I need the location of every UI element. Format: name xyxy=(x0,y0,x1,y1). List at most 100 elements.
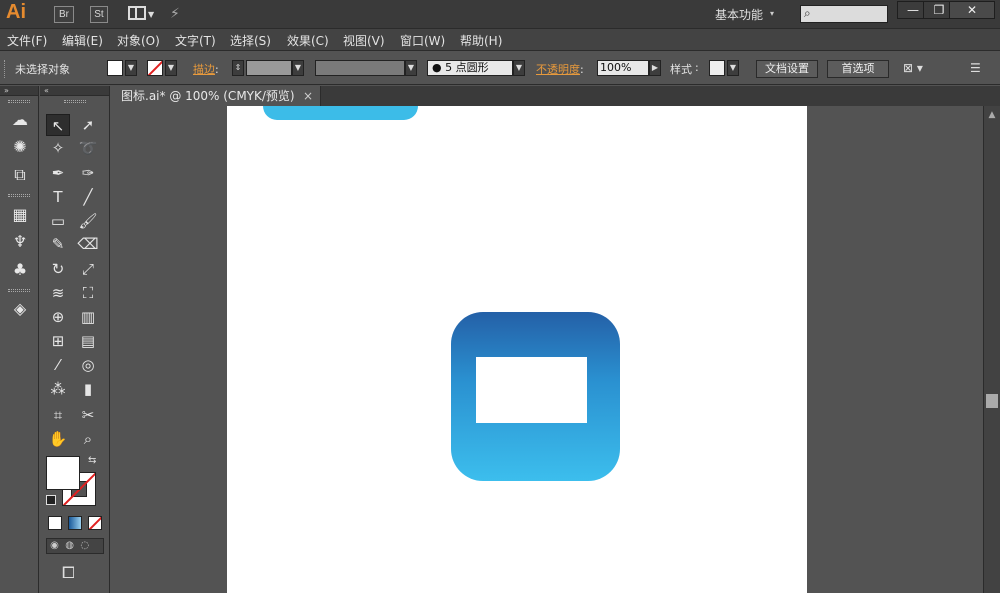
slice-tool-icon[interactable]: ✂ xyxy=(76,404,100,426)
stroke-label-wrap: 描边: xyxy=(193,63,219,76)
type-tool-icon[interactable]: T xyxy=(46,186,70,208)
fill-color-box[interactable] xyxy=(46,456,80,490)
variable-width-profile[interactable] xyxy=(315,60,405,76)
vertical-scrollbar[interactable]: ▲ xyxy=(983,106,1000,593)
menu-effect[interactable]: 效果(C) xyxy=(287,32,329,49)
shape-builder-tool-icon[interactable]: ⊕ xyxy=(46,306,70,328)
stroke-dropdown[interactable]: ▼ xyxy=(165,60,177,76)
partial-icon-shape[interactable] xyxy=(263,106,418,120)
stroke-weight-stepper[interactable]: ⇕ xyxy=(232,60,244,76)
panel-menu-icon[interactable]: ☰ xyxy=(970,61,981,75)
brush-dropdown[interactable]: ▼ xyxy=(513,60,525,76)
panel-dock: » ☁ ✺ ⧉ ▦ ♆ ♣ ◈ xyxy=(0,86,39,593)
default-colors-icon[interactable] xyxy=(46,495,56,505)
color-guide-icon[interactable]: ✺ xyxy=(9,136,31,158)
rectangle-tool-icon[interactable]: ▭ xyxy=(46,210,70,232)
direct-selection-tool-icon[interactable]: ➚ xyxy=(76,114,100,136)
variable-width-dropdown[interactable]: ▼ xyxy=(405,60,417,76)
zoom-tool-icon[interactable]: ⌕ xyxy=(76,428,100,450)
menu-help[interactable]: 帮助(H) xyxy=(460,32,502,49)
scroll-up-icon[interactable]: ▲ xyxy=(987,110,997,120)
menu-view[interactable]: 视图(V) xyxy=(343,32,385,49)
opacity-slider-toggle[interactable]: ▶ xyxy=(649,60,661,76)
opacity-label[interactable]: 不透明度 xyxy=(536,63,580,76)
dock-grip[interactable] xyxy=(8,100,30,103)
menu-select[interactable]: 选择(S) xyxy=(230,32,271,49)
dock-grip-2[interactable] xyxy=(8,194,30,197)
cc-libraries-icon[interactable]: ☁ xyxy=(9,109,31,131)
free-transform-tool-icon[interactable]: ⛶ xyxy=(76,282,100,304)
blend-tool-icon[interactable]: ◎ xyxy=(76,354,100,376)
dock-collapse-icon[interactable]: » xyxy=(0,86,38,96)
eraser-tool-icon[interactable]: ⌫ xyxy=(76,233,100,255)
column-graph-tool-icon[interactable]: ▮ xyxy=(76,378,100,400)
isolation-mode-icon[interactable]: ⊠ ▾ xyxy=(903,61,923,75)
menu-type[interactable]: 文字(T) xyxy=(175,32,216,49)
selection-tool-icon[interactable]: ↖ xyxy=(46,114,70,136)
document-tab[interactable]: 图标.ai* @ 100% (CMYK/预览) × xyxy=(111,86,321,106)
bridge-button[interactable]: Br xyxy=(54,6,74,23)
menu-object[interactable]: 对象(O) xyxy=(117,32,160,49)
graphic-style-dropdown[interactable]: ▼ xyxy=(727,60,739,76)
magic-wand-tool-icon[interactable]: ✧ xyxy=(46,137,70,159)
transform-icon[interactable]: ⧉ xyxy=(9,164,31,186)
arrange-documents-icon[interactable]: ▼ xyxy=(128,6,156,22)
hand-tool-icon[interactable]: ✋ xyxy=(46,428,70,450)
stroke-swatch[interactable] xyxy=(147,60,163,76)
close-button[interactable]: ✕ xyxy=(949,1,995,19)
none-mode-icon[interactable] xyxy=(88,516,102,530)
workspace-switcher[interactable]: 基本功能 xyxy=(715,6,763,23)
swatches-icon[interactable]: ▦ xyxy=(9,204,31,226)
opacity-input[interactable]: 100% xyxy=(597,60,649,76)
fill-swatch[interactable] xyxy=(107,60,123,76)
eyedropper-tool-icon[interactable]: ⁄ xyxy=(46,354,70,376)
symbols-icon[interactable]: ♣ xyxy=(9,259,31,281)
control-bar-grip[interactable] xyxy=(4,60,7,78)
search-input[interactable]: ⌕ xyxy=(800,5,888,23)
draw-normal-icon[interactable]: ◉ xyxy=(47,540,59,551)
document-setup-button[interactable]: 文档设置 xyxy=(756,60,818,78)
graphic-style-swatch[interactable] xyxy=(709,60,725,76)
brush-definition[interactable]: ● 5 点圆形 xyxy=(427,60,513,76)
drawing-modes[interactable]: ◉ ◍ ◌ xyxy=(46,538,104,554)
scale-tool-icon[interactable]: ⤢ xyxy=(76,258,100,280)
tools-grip[interactable] xyxy=(64,100,86,103)
color-mode-icon[interactable] xyxy=(48,516,62,530)
tools-collapse-icon[interactable]: « xyxy=(40,86,109,96)
draw-behind-icon[interactable]: ◍ xyxy=(62,540,74,551)
brushes-icon[interactable]: ♆ xyxy=(9,231,31,253)
line-tool-icon[interactable]: ╱ xyxy=(76,186,100,208)
stroke-label[interactable]: 描边 xyxy=(193,63,215,76)
lasso-tool-icon[interactable]: ➰ xyxy=(76,137,100,159)
gradient-mode-icon[interactable] xyxy=(68,516,82,530)
stroke-weight-dropdown[interactable]: ▼ xyxy=(292,60,304,76)
chevron-down-icon[interactable]: ▾ xyxy=(770,9,774,18)
tab-close-icon[interactable]: × xyxy=(303,86,313,106)
screen-mode-icon[interactable]: ⧠ xyxy=(62,563,75,583)
scroll-thumb[interactable] xyxy=(986,394,998,408)
draw-inside-icon[interactable]: ◌ xyxy=(77,540,89,551)
layers-icon[interactable]: ◈ xyxy=(9,298,31,320)
paintbrush-tool-icon[interactable]: 🖌 xyxy=(76,210,100,232)
perspective-grid-tool-icon[interactable]: ▥ xyxy=(76,306,100,328)
stroke-weight-field[interactable] xyxy=(246,60,292,76)
gpu-performance-icon[interactable]: ⚡ xyxy=(170,6,192,24)
swap-fill-stroke-icon[interactable]: ⇆ xyxy=(88,455,96,466)
mesh-tool-icon[interactable]: ⊞ xyxy=(46,330,70,352)
menu-file[interactable]: 文件(F) xyxy=(7,32,47,49)
artboard-tool-icon[interactable]: ⌗ xyxy=(46,404,70,426)
dock-grip-3[interactable] xyxy=(8,289,30,292)
width-tool-icon[interactable]: ≋ xyxy=(46,282,70,304)
symbol-sprayer-tool-icon[interactable]: ⁂ xyxy=(46,378,70,400)
gradient-tool-icon[interactable]: ▤ xyxy=(76,330,100,352)
curvature-tool-icon[interactable]: ✑ xyxy=(76,162,100,184)
menu-window[interactable]: 窗口(W) xyxy=(400,32,445,49)
stock-button[interactable]: St xyxy=(90,6,108,23)
pen-tool-icon[interactable]: ✒ xyxy=(46,162,70,184)
preferences-button[interactable]: 首选项 xyxy=(827,60,889,78)
fill-dropdown[interactable]: ▼ xyxy=(125,60,137,76)
white-rectangle-shape[interactable] xyxy=(476,357,587,423)
shaper-tool-icon[interactable]: ✎ xyxy=(46,233,70,255)
menu-edit[interactable]: 编辑(E) xyxy=(62,32,103,49)
rotate-tool-icon[interactable]: ↻ xyxy=(46,258,70,280)
